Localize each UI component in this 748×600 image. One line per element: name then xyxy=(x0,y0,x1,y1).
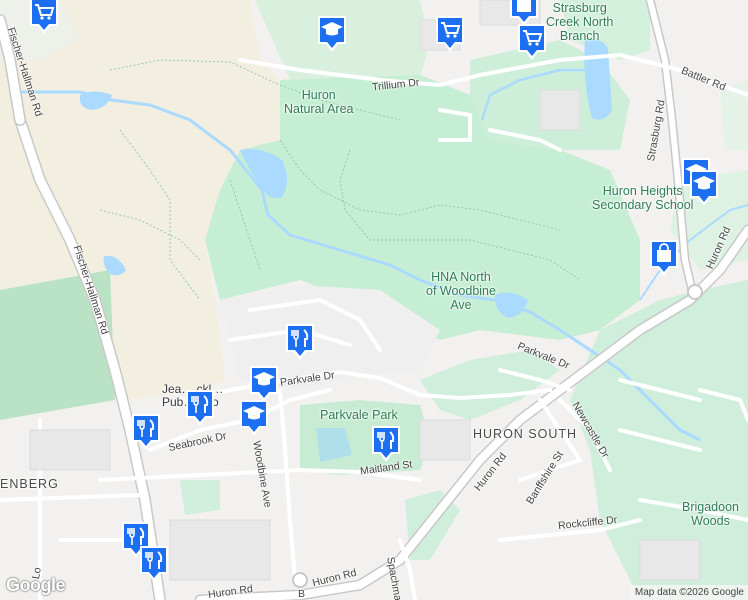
shopping-bag-icon xyxy=(650,240,678,276)
school-1-pin[interactable] xyxy=(316,14,348,54)
fork-knife-icon xyxy=(186,390,214,426)
school-3-pin[interactable] xyxy=(688,168,720,208)
graduation-cap-icon xyxy=(690,170,718,206)
restaurant-3-pin[interactable] xyxy=(130,412,162,452)
restaurant-4-pin[interactable] xyxy=(370,424,402,464)
school-5-pin[interactable] xyxy=(238,398,270,438)
hna-north-label: HNA North of Woodbine Ave xyxy=(426,270,496,312)
huron-heights-label: Huron Heights Secondary School xyxy=(592,184,694,212)
grocery-2-pin[interactable] xyxy=(434,14,466,54)
shopping-cart-icon xyxy=(436,16,464,52)
store-1-pin[interactable] xyxy=(508,0,540,28)
brigadoon-woods-label: Brigadoon Woods xyxy=(682,500,739,528)
restaurant-6-pin[interactable] xyxy=(138,544,170,584)
strasburg-creek-label: Strasburg Creek North Branch xyxy=(546,1,614,43)
huron-south-label: HURON SOUTH xyxy=(473,427,578,441)
grocery-1-pin[interactable] xyxy=(28,0,60,36)
map-view[interactable]: Strasburg Creek North Branch Huron Natur… xyxy=(0,0,748,600)
shopping-cart-icon xyxy=(30,0,58,34)
fork-knife-icon xyxy=(132,414,160,450)
graduation-cap-icon xyxy=(240,400,268,436)
fork-knife-icon xyxy=(372,426,400,462)
parkvale-park-label: Parkvale Park xyxy=(320,408,398,422)
google-logo: Google xyxy=(6,575,66,595)
fork-knife-icon xyxy=(286,324,314,360)
map-attribution[interactable]: Map data ©2026 Google xyxy=(630,585,748,600)
fork-knife-icon xyxy=(140,546,168,582)
enberg-label: ENBERG xyxy=(0,477,59,491)
shopping-bag-icon xyxy=(510,0,538,26)
huron-natural-area-label: Huron Natural Area xyxy=(284,88,354,116)
restaurant-2-pin[interactable] xyxy=(184,388,216,428)
restaurant-1-pin[interactable] xyxy=(284,322,316,362)
graduation-cap-icon xyxy=(318,16,346,52)
store-2-pin[interactable] xyxy=(648,238,680,278)
b-road-label: B xyxy=(298,588,306,600)
